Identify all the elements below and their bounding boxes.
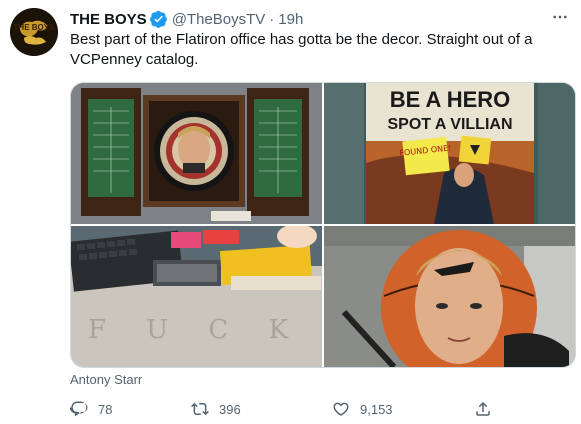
desk-photo[interactable]: F U C K bbox=[71, 226, 322, 367]
more-options-icon[interactable] bbox=[549, 6, 571, 28]
basketball-mask-photo[interactable] bbox=[324, 226, 575, 367]
account-name[interactable]: THE BOYS bbox=[70, 11, 147, 28]
tweet[interactable]: THE BOYS THE BOYS @TheBoysTV · 19h Best … bbox=[0, 0, 581, 424]
retweet-icon bbox=[191, 402, 209, 416]
reply-count: 78 bbox=[98, 401, 113, 417]
reply-icon bbox=[70, 401, 88, 417]
poster-photo[interactable]: BE A HERO SPOT A VILLIAN FOUND ONE! bbox=[324, 83, 575, 224]
desk-writing: F U C K bbox=[88, 315, 304, 345]
tweet-text: Best part of the Flatiron office has got… bbox=[70, 31, 533, 68]
separator-dot: · bbox=[269, 10, 275, 28]
poster-headline: BE A HERO bbox=[390, 87, 511, 112]
share-button[interactable] bbox=[474, 398, 502, 420]
poster-subheadline: SPOT A VILLIAN bbox=[387, 116, 512, 133]
avatar[interactable]: THE BOYS bbox=[10, 8, 58, 56]
media-caption[interactable]: Antony Starr bbox=[70, 372, 142, 387]
retweet-count: 396 bbox=[219, 401, 241, 417]
share-icon bbox=[476, 401, 490, 416]
the-boys-logo-icon: THE BOYS bbox=[10, 8, 58, 56]
avatar-logo-text: THE BOYS bbox=[14, 23, 56, 32]
like-count: 9,153 bbox=[360, 401, 393, 417]
account-handle[interactable]: @TheBoysTV bbox=[172, 11, 266, 28]
tweet-actions: 78 396 9,153 bbox=[70, 398, 500, 420]
verified-badge-icon bbox=[149, 10, 167, 28]
heart-icon bbox=[333, 402, 349, 416]
tweet-timestamp[interactable]: 19h bbox=[278, 11, 303, 28]
media-grid: BE A HERO SPOT A VILLIAN FOUND ONE! F U … bbox=[70, 82, 576, 368]
tweet-header: THE BOYS @TheBoysTV · 19h bbox=[70, 9, 303, 29]
reply-button[interactable]: 78 bbox=[70, 398, 112, 420]
dartboard-cabinet-photo[interactable] bbox=[71, 83, 322, 224]
retweet-button[interactable]: 396 bbox=[191, 398, 241, 420]
like-button[interactable]: 9,153 bbox=[332, 398, 393, 420]
